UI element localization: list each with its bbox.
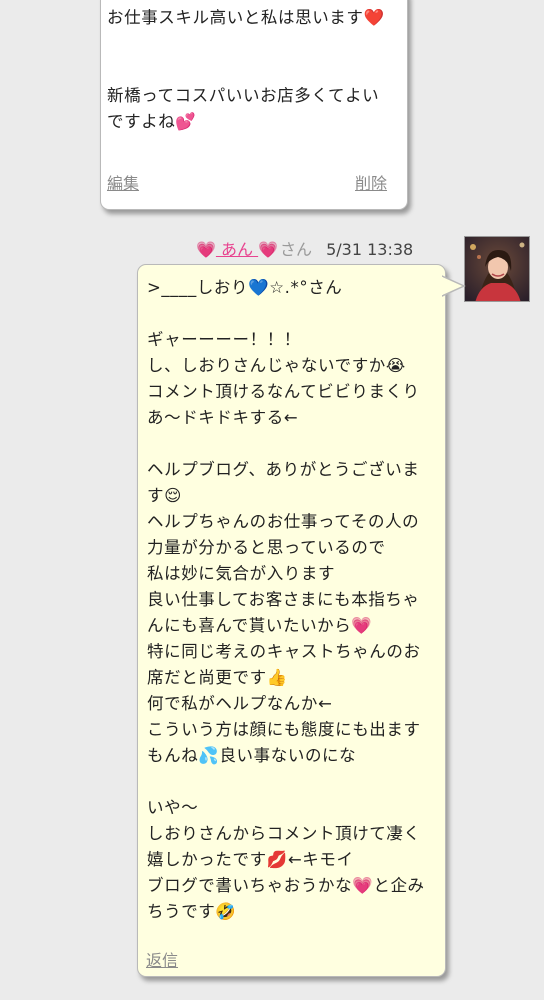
message-line: 力量が分かると思っているので xyxy=(147,538,386,557)
message-line: 席だと尚更です👍 xyxy=(147,668,288,687)
message-line: もんね💦良い事ないのにな xyxy=(147,746,357,765)
message-line: ギャーーーー！！！ xyxy=(147,330,301,349)
edit-link[interactable]: 編集 xyxy=(107,170,139,194)
avatar[interactable] xyxy=(464,236,530,302)
message-line: し、しおりさんじゃないですか😭 xyxy=(147,356,406,375)
message-line: んにも喜んで貰いたいから💗 xyxy=(147,616,373,635)
message-line: す😌 xyxy=(147,486,182,505)
pink-heart-icon: 💗 xyxy=(196,240,216,259)
message-line: ですよね💕 xyxy=(107,112,197,131)
previous-message-card: お仕事スキル高いと私は思います❤️ 新橋ってコスパいいお店多くてよい ですよね💕 編… xyxy=(100,0,408,210)
message-line: こういう方は顔にも態度にも出ます xyxy=(147,720,421,739)
reply-link[interactable]: 返信 xyxy=(146,947,178,971)
message-line: いや〜 xyxy=(147,798,199,817)
message-line: お仕事スキル高いと私は思います❤️ xyxy=(107,8,385,27)
message-line: 何で私がヘルプなんか← xyxy=(147,694,333,713)
message-line: 嬉しかったです💋←キモイ xyxy=(147,850,354,869)
message-line: ちうです🤣 xyxy=(147,902,237,921)
comment-body: >____しおり💙☆.*°さん ギャーーーー！！！ し、しおりさんじゃないですか😭 コ… xyxy=(138,265,445,976)
comment-card: >____しおり💙☆.*°さん ギャーーーー！！！ し、しおりさんじゃないですか😭 コ… xyxy=(137,264,446,977)
message-line: >____しおり💙☆.*°さん xyxy=(147,278,343,297)
author-honorific: さん xyxy=(280,240,313,259)
message-line: ブログで書いちゃおうかな💗と企み xyxy=(147,876,425,895)
delete-link[interactable]: 削除 xyxy=(355,170,387,194)
pink-heart-icon: 💗 xyxy=(258,240,279,259)
message-line: 特に同じ考えのキャストちゃんのお xyxy=(147,642,421,661)
author-name: あん xyxy=(221,240,254,259)
bubble-tail-shape xyxy=(442,275,466,297)
message-line: しおりさんからコメント頂けて凄く xyxy=(147,824,421,843)
message-line: 良い仕事してお客さまにも本指ちゃ xyxy=(147,590,420,609)
message-line: 私は妙に気合が入ります xyxy=(147,564,336,583)
message-line: 新橋ってコスパいいお店多くてよい xyxy=(107,86,380,105)
message-line: ヘルプブログ、ありがとうございま xyxy=(147,460,420,479)
comment-header: 💗 あん 💗 さん 5/31 13:38 xyxy=(196,236,413,260)
message-line: ヘルプちゃんのお仕事ってその人の xyxy=(147,512,420,531)
comment-datetime: 5/31 13:38 xyxy=(326,240,414,259)
author-name-link[interactable]: 💗 あん 💗 xyxy=(196,240,278,259)
message-line: コメント頂けるなんてビビりまくり xyxy=(147,382,420,401)
avatar-image xyxy=(465,237,529,301)
message-line: あ〜ドキドキする← xyxy=(147,408,299,427)
